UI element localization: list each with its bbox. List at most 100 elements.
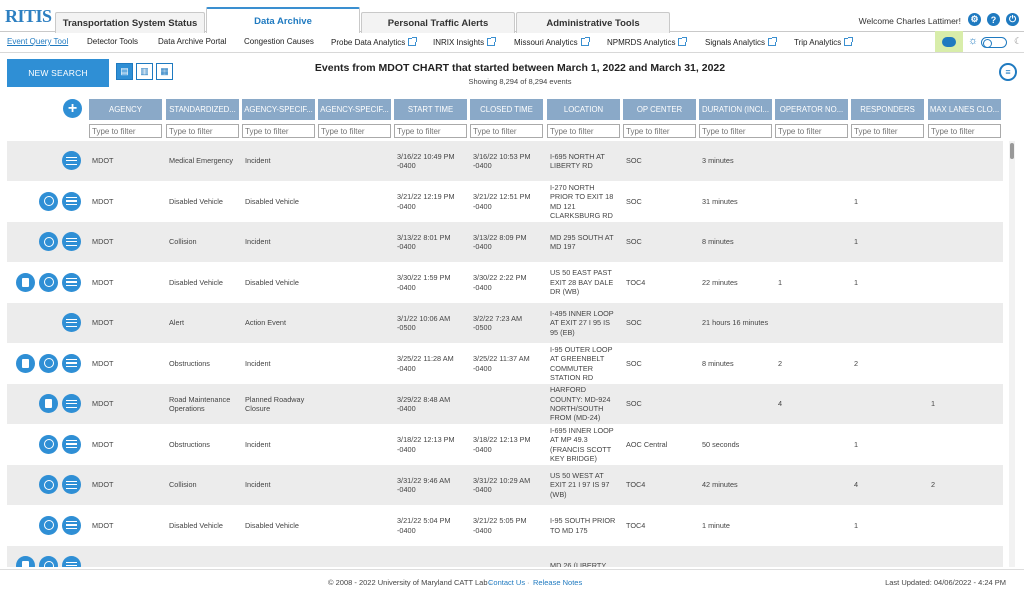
scrollbar-thumb[interactable] xyxy=(1010,143,1014,159)
list-icon[interactable] xyxy=(62,191,81,211)
column-filter-input[interactable] xyxy=(470,124,543,138)
menu-icon[interactable]: ≡ xyxy=(999,63,1017,81)
release-notes-link[interactable]: Release Notes xyxy=(533,578,582,587)
cell-spec: Disabled Vehicle xyxy=(245,196,299,206)
tab-administrative-tools[interactable]: Administrative Tools xyxy=(516,12,670,33)
table-row[interactable]: MDOT Alert Action Event 3/1/22 10:06 AM -05… xyxy=(7,303,1003,343)
map-view-button[interactable]: ▦ xyxy=(156,63,173,80)
theme-toggle[interactable] xyxy=(981,37,1007,48)
clock-icon[interactable] xyxy=(39,556,58,567)
column-filter-input[interactable] xyxy=(851,124,924,138)
column-filter-input[interactable] xyxy=(623,124,696,138)
column-header[interactable]: CLOSED TIME xyxy=(470,99,543,120)
list-icon[interactable] xyxy=(62,232,81,251)
clock-icon[interactable] xyxy=(39,475,58,494)
column-filter-input[interactable] xyxy=(89,124,162,138)
list-icon[interactable] xyxy=(62,434,81,454)
table-row[interactable]: MDOT Road Maintenance Operations Planned R… xyxy=(7,384,1003,424)
document-icon[interactable] xyxy=(39,394,58,413)
clock-icon[interactable] xyxy=(39,191,58,211)
column-header[interactable]: DURATION (INCI... xyxy=(699,99,772,120)
column-header[interactable]: RESPONDERS xyxy=(851,99,924,120)
column-filter-input[interactable] xyxy=(928,124,1001,138)
column-filter-input[interactable] xyxy=(318,124,391,138)
list-icon[interactable] xyxy=(62,556,81,567)
vertical-scrollbar[interactable] xyxy=(1009,141,1015,567)
column-header[interactable]: MAX LANES CLO... xyxy=(928,99,1001,120)
table-row[interactable]: MD 26 (LIBERTY xyxy=(7,546,1003,567)
footer: © 2008 - 2022 University of Maryland CAT… xyxy=(0,569,1024,593)
welcome-text[interactable]: Welcome Charles Lattimer! xyxy=(859,16,961,26)
nav-missouri-analytics[interactable]: Missouri Analytics xyxy=(514,37,590,47)
tab-personal-traffic-alerts[interactable]: Personal Traffic Alerts xyxy=(361,12,515,33)
clock-icon[interactable] xyxy=(39,272,58,292)
column-header[interactable]: LOCATION xyxy=(547,99,620,120)
table-row[interactable]: MDOT Disabled Vehicle Disabled Vehicle 3/21… xyxy=(7,506,1003,546)
table-row[interactable]: MDOT Obstructions Incident 3/18/22 12:13 PM… xyxy=(7,425,1003,465)
cell-duration: 3 minutes xyxy=(702,156,734,166)
column-header[interactable]: AGENCY-SPECIF... xyxy=(318,99,391,120)
column-filter-input[interactable] xyxy=(547,124,620,138)
nav-signals-analytics[interactable]: Signals Analytics xyxy=(705,37,778,47)
clock-icon[interactable] xyxy=(39,515,58,535)
nav-inrix-insights[interactable]: INRIX Insights xyxy=(433,37,497,47)
list-icon[interactable] xyxy=(62,394,81,413)
help-icon[interactable]: ? xyxy=(987,13,1000,26)
gear-icon[interactable]: ⚙ xyxy=(968,13,981,26)
column-filter-input[interactable] xyxy=(166,124,239,138)
cell-duration: 8 minutes xyxy=(702,358,734,368)
nav-npmrds-label: NPMRDS Analytics xyxy=(607,38,676,47)
table-row[interactable]: MDOT Obstructions Incident 3/25/22 11:28 AM… xyxy=(7,344,1003,384)
list-icon[interactable] xyxy=(62,515,81,535)
nav-event-query-tool[interactable]: Event Query Tool xyxy=(7,37,68,46)
nav-probe-data-analytics[interactable]: Probe Data Analytics xyxy=(331,37,418,47)
cell-spec2 xyxy=(321,222,388,262)
clock-icon[interactable] xyxy=(39,353,58,373)
tab-transportation-system-status[interactable]: Transportation System Status xyxy=(55,12,205,33)
contact-us-link[interactable]: Contact Us xyxy=(488,578,525,587)
column-filter-input[interactable] xyxy=(242,124,315,138)
chat-button[interactable] xyxy=(935,31,963,52)
ritis-logo[interactable]: RITIS xyxy=(5,6,52,27)
table-row[interactable]: MDOT Collision Incident 3/13/22 8:01 PM -04… xyxy=(7,222,1003,262)
cell-lanes xyxy=(931,263,998,303)
column-filter-input[interactable] xyxy=(394,124,467,138)
new-search-button[interactable]: NEW SEARCH xyxy=(7,59,109,87)
document-icon[interactable] xyxy=(16,353,35,373)
cell-duration: 50 seconds xyxy=(702,439,740,449)
table-view-button[interactable]: ▤ xyxy=(116,63,133,80)
table-row[interactable]: MDOT Medical Emergency Incident 3/16/22 10:… xyxy=(7,141,1003,181)
table-row[interactable]: MDOT Collision Incident 3/31/22 9:46 AM -04… xyxy=(7,465,1003,505)
document-icon[interactable] xyxy=(16,272,35,292)
list-icon[interactable] xyxy=(62,151,81,170)
column-header[interactable]: AGENCY-SPECIF... xyxy=(242,99,315,120)
column-header[interactable]: STANDARDIZED... xyxy=(166,99,239,120)
clock-icon[interactable] xyxy=(39,232,58,251)
column-header[interactable]: OP CENTER xyxy=(623,99,696,120)
add-column-button[interactable]: + xyxy=(63,99,82,118)
column-header[interactable]: START TIME xyxy=(394,99,467,120)
column-header[interactable]: AGENCY xyxy=(89,99,162,120)
document-icon[interactable] xyxy=(16,556,35,567)
cell-start: 3/21/22 5:04 PM -0400 xyxy=(397,516,451,535)
nav-congestion-causes[interactable]: Congestion Causes xyxy=(244,37,314,46)
cell-closed xyxy=(473,384,540,424)
list-icon[interactable] xyxy=(62,475,81,494)
column-filter-input[interactable] xyxy=(775,124,848,138)
map-icon: ▦ xyxy=(160,66,169,76)
list-icon[interactable] xyxy=(62,353,81,373)
list-icon[interactable] xyxy=(62,313,81,332)
nav-trip-analytics[interactable]: Trip Analytics xyxy=(794,37,854,47)
nav-data-archive-portal[interactable]: Data Archive Portal xyxy=(158,37,226,46)
nav-detector-tools[interactable]: Detector Tools xyxy=(87,37,138,46)
power-icon[interactable]: ⏻ xyxy=(1006,13,1019,26)
clock-icon[interactable] xyxy=(39,434,58,454)
list-icon[interactable] xyxy=(62,272,81,292)
table-row[interactable]: MDOT Disabled Vehicle Disabled Vehicle 3/30… xyxy=(7,263,1003,303)
chart-view-button[interactable]: ▥ xyxy=(136,63,153,80)
tab-data-archive[interactable]: Data Archive xyxy=(206,7,360,33)
column-filter-input[interactable] xyxy=(699,124,772,138)
table-row[interactable]: MDOT Disabled Vehicle Disabled Vehicle 3/21… xyxy=(7,182,1003,222)
nav-npmrds-analytics[interactable]: NPMRDS Analytics xyxy=(607,37,688,47)
column-header[interactable]: OPERATOR NO... xyxy=(775,99,848,120)
